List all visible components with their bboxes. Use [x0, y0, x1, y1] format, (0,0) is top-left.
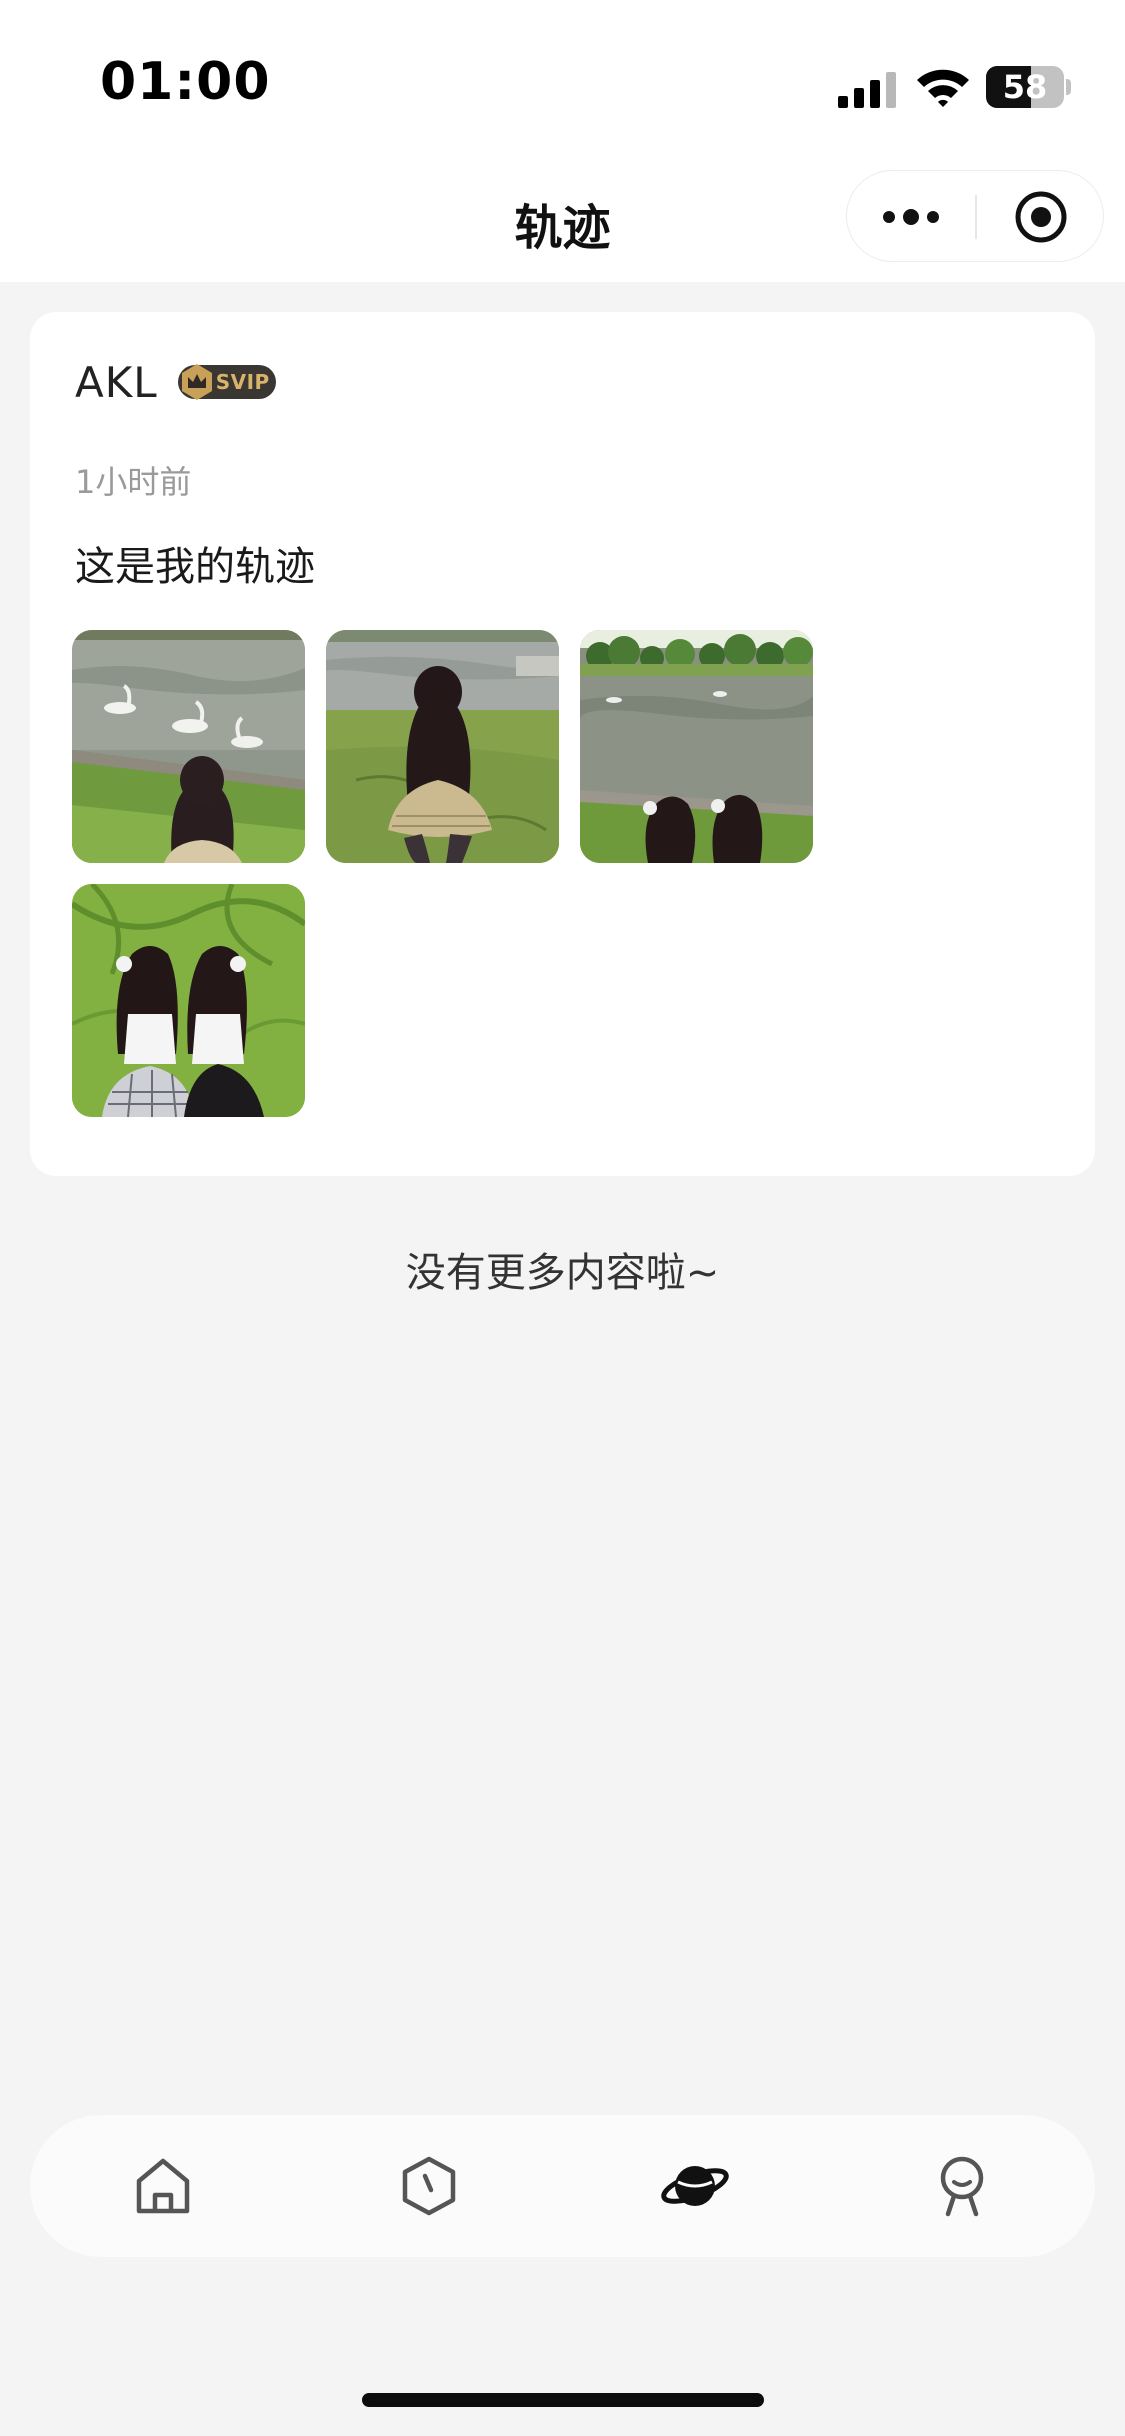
nav-bar: 轨迹: [0, 170, 1125, 282]
author-name[interactable]: AKL: [75, 358, 158, 407]
author-row: AKL SVIP: [75, 352, 276, 412]
photo-grid: [72, 630, 832, 1140]
status-time: 01:00: [100, 52, 271, 112]
battery-cap: [1066, 79, 1071, 95]
photo-two-girls-grass-image: [72, 884, 305, 1117]
photo-two-girls-grass[interactable]: [72, 884, 305, 1117]
home-icon: [136, 2158, 190, 2214]
no-more-content-text: 没有更多内容啦~: [405, 1250, 720, 1296]
mini-program-capsule: [846, 170, 1104, 262]
tab-discover[interactable]: [379, 2136, 479, 2236]
more-button[interactable]: [847, 171, 975, 263]
post-card[interactable]: AKL SVIP 1小时前 这是我的轨迹: [30, 312, 1095, 1176]
status-bar: 01:00 58: [0, 0, 1125, 170]
tab-planet[interactable]: [645, 2136, 745, 2236]
vip-badge: SVIP: [177, 364, 276, 400]
post-time: 1小时前: [75, 463, 192, 501]
planet-icon: [661, 2166, 729, 2206]
screen: 01:00 58 轨迹 AKL SVIP 1小时前 这是我的轨迹 没有更多内容啦…: [0, 0, 1125, 2436]
home-indicator: [362, 2393, 764, 2407]
battery-icon: 58: [986, 66, 1071, 108]
photo-girl-swans-pond[interactable]: [72, 630, 305, 863]
tab-profile[interactable]: [912, 2136, 1012, 2236]
close-mini-program-button[interactable]: [977, 171, 1105, 263]
tab-bar: [30, 2115, 1095, 2257]
hexagon-compass-icon: [402, 2156, 456, 2216]
photo-girl-lawn-lake[interactable]: [326, 630, 559, 863]
photo-girl-lawn-lake-image: [326, 630, 559, 863]
cellular-signal-icon: [838, 72, 896, 108]
post-text: 这是我的轨迹: [75, 544, 315, 590]
battery-level: 58: [1002, 68, 1048, 106]
vip-badge-label: SVIP: [215, 370, 270, 394]
target-circle-icon: [1015, 191, 1067, 243]
battery-body: 58: [986, 66, 1064, 108]
photo-two-girls-lake-image: [580, 630, 813, 863]
tab-home[interactable]: [113, 2136, 213, 2236]
photo-two-girls-lake[interactable]: [580, 630, 813, 863]
more-dots-icon: [883, 209, 939, 225]
photo-girl-swans-pond-image: [72, 630, 305, 863]
profile-icon: [940, 2156, 984, 2217]
crown-icon: [181, 364, 212, 400]
wifi-icon: [917, 69, 969, 107]
